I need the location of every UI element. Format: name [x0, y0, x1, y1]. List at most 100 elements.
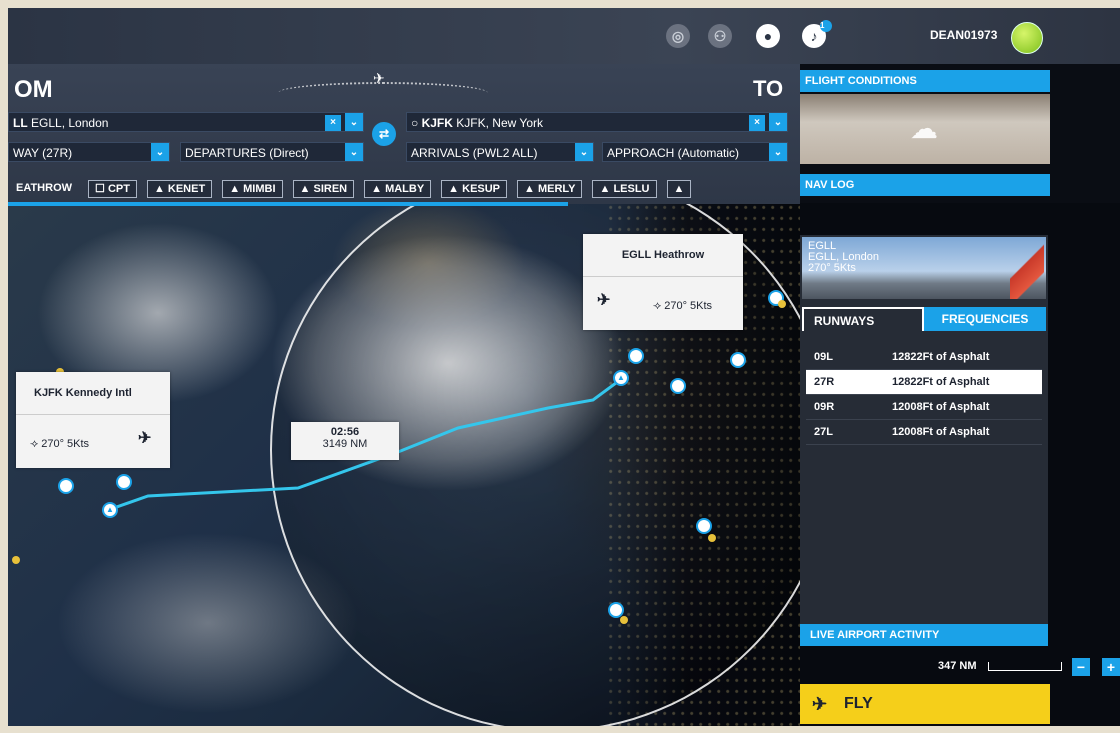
avatar[interactable]	[1011, 22, 1043, 54]
clear-to-icon[interactable]: ×	[749, 115, 765, 131]
live-activity-label: LIVE AIRPORT ACTIVITY	[810, 629, 940, 641]
waypoint-chip[interactable]: ▲ KESUP	[441, 180, 508, 198]
airport-marker[interactable]	[116, 474, 132, 490]
waypoint-chip[interactable]: ▲ LESLU	[592, 180, 657, 198]
waypoint-chip[interactable]: ▲ MERLY	[517, 180, 583, 198]
waypoint-label: LESLU	[613, 183, 650, 195]
tab-runways[interactable]: RUNWAYS	[802, 307, 924, 331]
waypoint-icon: ▲	[448, 183, 460, 195]
departures-chevron-icon[interactable]: ⌄	[345, 143, 363, 161]
zoom-out-button[interactable]: −	[1072, 658, 1090, 676]
map-scale-label: 347 NM	[938, 660, 977, 672]
runway-desc: 12008Ft of Asphalt	[892, 401, 990, 413]
tab-runways-label: RUNWAYS	[814, 314, 875, 328]
waypoint-chip[interactable]: ☐ CPT	[88, 180, 137, 198]
from-heading: OM	[14, 76, 53, 103]
takeoff-icon: ✈	[597, 292, 611, 309]
flight-eta-label: 02:56 3149 NM	[291, 422, 399, 460]
clear-from-icon[interactable]: ×	[325, 115, 341, 131]
waypoint-icon: ▲	[299, 183, 311, 195]
waypoint-icon: ▲	[599, 183, 611, 195]
airport-dot	[12, 556, 20, 564]
weather-preview[interactable]: ☁	[800, 94, 1050, 164]
top-bar: ◎ ⚇ ● ♪ 1 DEAN01973	[8, 8, 1120, 64]
from-airport-name: EGLL, London	[31, 116, 109, 130]
notifications-icon[interactable]: ♪ 1	[802, 20, 832, 48]
username[interactable]: DEAN01973	[930, 28, 997, 42]
airport-photo: EGLL EGLL, London 270° 5Kts	[802, 237, 1046, 299]
arrivals-select[interactable]: ARRIVALS (PWL2 ALL) ⌄	[406, 142, 594, 162]
airport-marker[interactable]	[696, 518, 712, 534]
waypoint-chip[interactable]: ▲ MALBY	[364, 180, 432, 198]
runway-desc: 12822Ft of Asphalt	[892, 351, 990, 363]
airport-marker[interactable]	[628, 348, 644, 364]
notification-badge: 1	[820, 20, 832, 32]
live-airport-activity-button[interactable]: LIVE AIRPORT ACTIVITY	[800, 624, 1048, 646]
waypoint-chip[interactable]: EATHROW	[8, 180, 78, 196]
runway-id: 27R	[814, 376, 835, 388]
activity-icon[interactable]: ◎	[666, 24, 690, 48]
route-progress-bar	[8, 202, 568, 206]
to-dropdown-chevron-icon[interactable]: ⌄	[769, 113, 787, 131]
friends-icon[interactable]: ⚇	[708, 24, 732, 48]
departures-value: DEPARTURES (Direct)	[185, 146, 309, 160]
waypoint-label: KESUP	[462, 183, 501, 195]
profile-icon[interactable]: ●	[756, 24, 780, 48]
to-airport-field[interactable]: ○ KJFK KJFK, New York × ⌄	[406, 112, 788, 132]
eta-time: 02:56	[330, 426, 360, 438]
route-panel: OM ✈ TO LL EGLL, London × ⌄ ⇄ ○ KJFK KJF…	[8, 64, 800, 206]
zoom-in-button[interactable]: +	[1102, 658, 1120, 676]
arrival-airport-marker[interactable]: ▲	[102, 502, 118, 518]
waypoint-label: MIMBI	[243, 183, 276, 195]
airport-dot	[708, 534, 716, 542]
tab-frequencies[interactable]: FREQUENCIES	[924, 307, 1046, 331]
arrivals-value: ARRIVALS (PWL2 ALL)	[411, 146, 538, 160]
runway-row[interactable]: 27L 12008Ft of Asphalt	[806, 420, 1042, 445]
fly-label: FLY	[844, 695, 873, 712]
waypoint-label: MERLY	[537, 183, 576, 195]
tab-frequencies-label: FREQUENCIES	[941, 312, 1029, 326]
waypoint-chip[interactable]: ▲ MIMBI	[222, 180, 283, 198]
takeoff-icon: ✈	[812, 694, 828, 714]
from-dropdown-chevron-icon[interactable]: ⌄	[345, 113, 363, 131]
arrival-wind: ⟢ 270° 5Kts	[30, 438, 90, 450]
runway-desc: 12008Ft of Asphalt	[892, 426, 990, 438]
runway-select[interactable]: WAY (27R) ⌄	[8, 142, 170, 162]
departures-select[interactable]: DEPARTURES (Direct) ⌄	[180, 142, 364, 162]
flight-conditions-header[interactable]: FLIGHT CONDITIONS	[800, 70, 1050, 92]
departure-airport-popup[interactable]: EGLL Heathrow ✈ ⟢ 270° 5Kts	[583, 234, 743, 330]
photo-line: 270° 5Kts	[808, 262, 856, 274]
departure-wind: ⟢ 270° 5Kts	[653, 300, 713, 312]
waypoint-label: SIREN	[313, 183, 348, 195]
runway-row[interactable]: 09R 12008Ft of Asphalt	[806, 395, 1042, 420]
arrival-wind-value: 270° 5Kts	[41, 438, 90, 450]
swap-route-icon[interactable]: ⇄	[372, 122, 396, 146]
flight-conditions-label: FLIGHT CONDITIONS	[805, 75, 917, 87]
airport-marker[interactable]	[58, 478, 74, 494]
from-airport-code: LL	[13, 116, 28, 130]
runway-row[interactable]: 09L 12822Ft of Asphalt	[806, 345, 1042, 370]
waypoint-icon: ▲	[524, 183, 535, 195]
waypoint-chip[interactable]: ▲	[666, 180, 692, 198]
airport-marker[interactable]	[730, 352, 746, 368]
to-airport-code: KJFK	[421, 116, 453, 130]
approach-select[interactable]: APPROACH (Automatic) ⌄	[602, 142, 788, 162]
airport-marker[interactable]	[670, 378, 686, 394]
departure-airport-marker[interactable]: ▲	[613, 370, 629, 386]
fly-button[interactable]: ✈ FLY	[800, 684, 1050, 724]
arrival-airport-popup[interactable]: KJFK Kennedy Intl ⟢ 270° 5Kts ✈	[16, 372, 170, 468]
runway-id: 09R	[814, 401, 835, 413]
to-heading: TO	[753, 76, 784, 101]
waypoint-icon: ▲	[153, 183, 165, 195]
waypoint-icon: ☐	[95, 183, 105, 195]
runway-chevron-icon[interactable]: ⌄	[151, 143, 169, 161]
airport-info-card: EGLL EGLL, London 270° 5Kts RUNWAYS FREQ…	[800, 235, 1048, 646]
waypoint-chip[interactable]: ▲ KENET	[146, 180, 213, 198]
waypoint-chip[interactable]: ▲ SIREN	[292, 180, 355, 198]
approach-chevron-icon[interactable]: ⌄	[769, 143, 787, 161]
nav-log-header[interactable]: NAV LOG	[800, 174, 1050, 196]
runway-id: 09L	[814, 351, 833, 363]
runway-row-selected[interactable]: 27R 12822Ft of Asphalt	[806, 370, 1042, 395]
arrivals-chevron-icon[interactable]: ⌄	[575, 143, 593, 161]
from-airport-field[interactable]: LL EGLL, London × ⌄	[8, 112, 364, 132]
